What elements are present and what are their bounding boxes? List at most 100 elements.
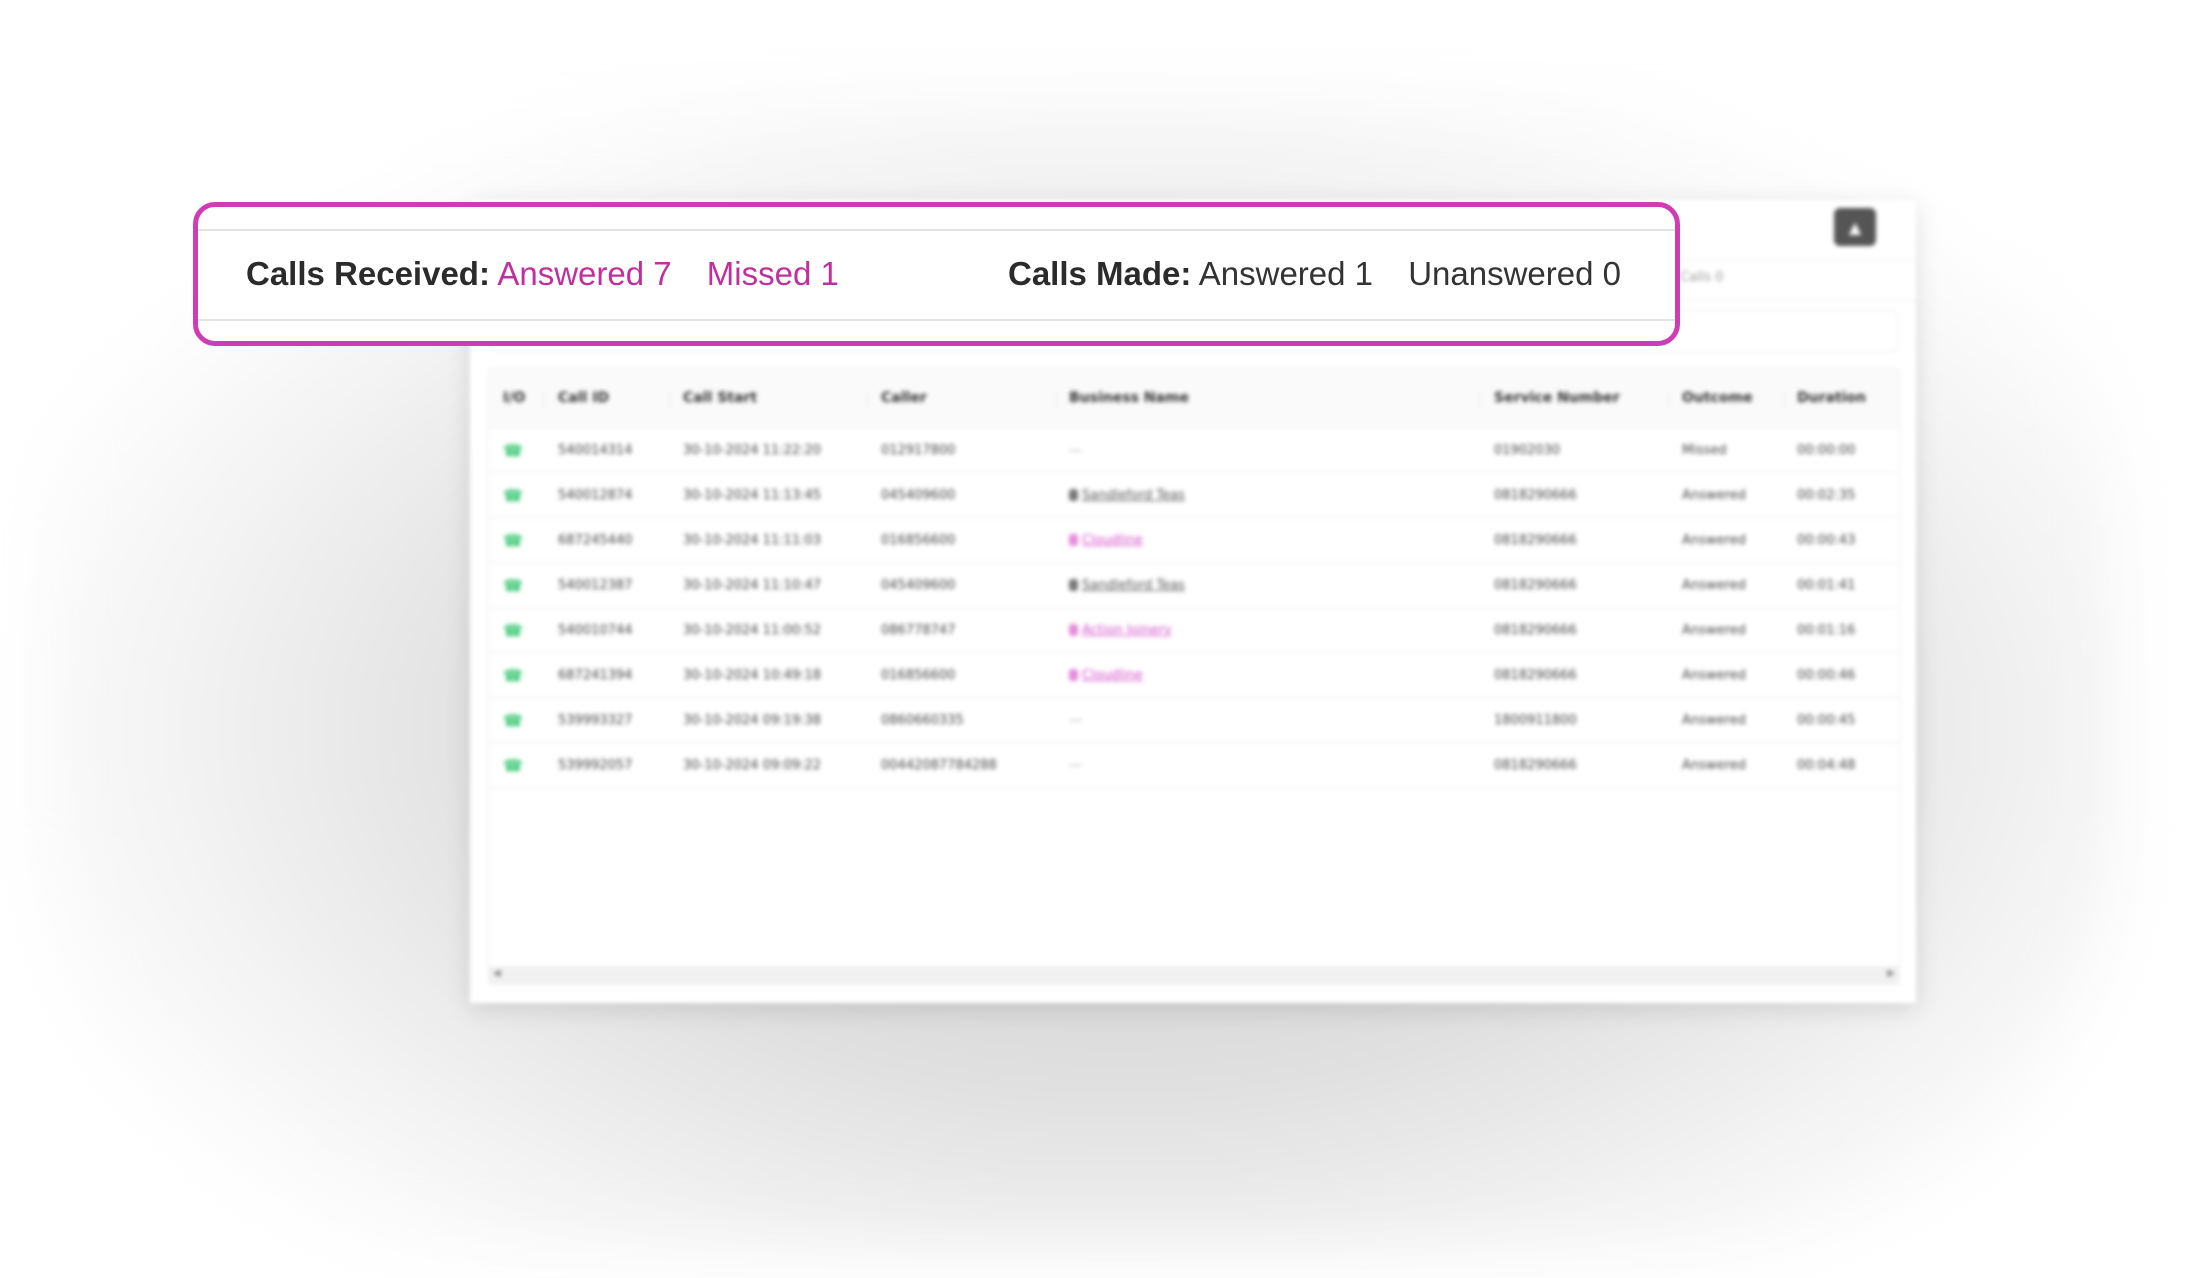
call-start-cell: 30-10-2024 11:13:45 (683, 487, 822, 503)
divider (198, 319, 1675, 321)
business-name-link[interactable]: Action Joinery (1082, 623, 1172, 638)
incoming-call-icon: ☎ (503, 530, 523, 550)
caller-cell: 086778747 (881, 622, 956, 638)
call-start-cell: 30-10-2024 11:10:47 (683, 577, 822, 593)
service-number-cell: 0818290666 (1494, 667, 1577, 683)
incoming-call-icon: ☎ (503, 440, 523, 460)
call-summary-row: Calls Received: Answered 7 Missed 1 Call… (198, 255, 1675, 301)
business-name-link[interactable]: Cloudline (1082, 533, 1143, 548)
call-id-cell: 687245440 (558, 532, 633, 548)
made-unanswered-count: Unanswered 0 (1408, 255, 1621, 292)
call-id-cell: 540014314 (558, 442, 633, 458)
outcome-cell: Answered (1682, 577, 1746, 593)
calls-table: I/O Call ID Call Start Caller Business N… (488, 368, 1900, 985)
business-tag-icon (1069, 669, 1078, 681)
received-answered-count: Answered 7 (497, 255, 672, 292)
column-header-service-number[interactable]: Service Number (1480, 390, 1668, 408)
incoming-call-icon: ☎ (503, 620, 523, 640)
outcome-cell: Answered (1682, 487, 1746, 503)
incoming-call-icon: ☎ (503, 755, 523, 775)
caller-cell: 016856600 (881, 667, 956, 683)
outcome-cell: Answered (1682, 757, 1746, 773)
divider (198, 229, 1675, 231)
horizontal-scrollbar[interactable]: ◀ ▶ (489, 966, 1899, 984)
call-id-cell: 540012387 (558, 577, 633, 593)
caller-cell: 016856600 (881, 532, 956, 548)
call-id-cell: 539993327 (558, 712, 633, 728)
business-name-link[interactable]: Cloudline (1082, 668, 1143, 683)
incoming-call-icon: ☎ (503, 575, 523, 595)
call-id-cell: 687241394 (558, 667, 633, 683)
duration-cell: 00:02:35 (1797, 487, 1856, 503)
service-number-cell: 01902030 (1494, 442, 1561, 458)
export-button[interactable]: ▲ (1834, 208, 1876, 246)
table-row[interactable]: ☎ 540012874 30-10-2024 11:13:45 045409600 Sa… (489, 473, 1899, 518)
caller-cell: 045409600 (881, 577, 956, 593)
business-name-cell: Cloudline (1055, 668, 1480, 683)
service-number-cell: 0818290666 (1494, 757, 1577, 773)
summary-strip-text: Calls 0 (1680, 270, 1724, 285)
service-number-cell: 1800911800 (1494, 712, 1577, 728)
business-name-cell: Action Joinery (1055, 623, 1480, 638)
service-number-cell: 0818290666 (1494, 532, 1577, 548)
duration-cell: 00:00:45 (1797, 712, 1856, 728)
column-header-outcome[interactable]: Outcome (1668, 390, 1783, 408)
service-number-cell: 0818290666 (1494, 577, 1577, 593)
caller-cell: 045409600 (881, 487, 956, 503)
service-number-cell: 0818290666 (1494, 622, 1577, 638)
incoming-call-icon: ☎ (503, 485, 523, 505)
column-header-caller[interactable]: Caller (867, 390, 1055, 408)
scroll-right-icon[interactable]: ▶ (1887, 968, 1895, 979)
table-row[interactable]: ☎ 540010744 30-10-2024 11:00:52 086778747 Ac… (489, 608, 1899, 653)
duration-cell: 00:01:41 (1797, 577, 1856, 593)
table-row[interactable]: ☎ 540014314 30-10-2024 11:22:20 012917800 — 0… (489, 428, 1899, 473)
business-tag-icon (1069, 534, 1078, 546)
duration-cell: 00:00:46 (1797, 667, 1856, 683)
outcome-cell: Missed (1682, 442, 1727, 458)
outcome-cell: Answered (1682, 532, 1746, 548)
upload-icon: ▲ (1848, 217, 1862, 237)
duration-cell: 00:04:48 (1797, 757, 1856, 773)
io-cell: ☎ (489, 441, 544, 460)
io-cell: ☎ (489, 531, 544, 550)
business-tag-icon (1069, 489, 1078, 501)
calls-received-label: Calls Received: (246, 255, 490, 292)
table-row[interactable]: ☎ 539993327 30-10-2024 09:19:38 0860660335 —… (489, 698, 1899, 743)
business-name-cell: Cloudline (1055, 533, 1480, 548)
column-header-io[interactable]: I/O (489, 390, 544, 406)
business-name-link[interactable]: Sandleford Teas (1082, 488, 1185, 503)
caller-cell: 0860660335 (881, 712, 964, 728)
scroll-left-icon[interactable]: ◀ (493, 968, 501, 979)
business-name-cell: — (1069, 442, 1082, 458)
table-header: I/O Call ID Call Start Caller Business N… (489, 369, 1899, 428)
table-row[interactable]: ☎ 687245440 30-10-2024 11:11:03 016856600 Cl… (489, 518, 1899, 563)
column-header-call-id[interactable]: Call ID (544, 390, 669, 408)
business-name-cell: Sandleford Teas (1055, 488, 1480, 503)
business-name-link[interactable]: Sandleford Teas (1082, 578, 1185, 593)
business-name-cell: Sandleford Teas (1055, 578, 1480, 593)
call-start-cell: 30-10-2024 11:11:03 (683, 532, 822, 548)
outcome-cell: Answered (1682, 712, 1746, 728)
io-cell: ☎ (489, 621, 544, 640)
column-header-duration[interactable]: Duration (1783, 390, 1899, 408)
table-body: ☎ 540014314 30-10-2024 11:22:20 012917800 — 0… (489, 428, 1899, 788)
duration-cell: 00:00:00 (1797, 442, 1856, 458)
calls-received-summary: Calls Received: Answered 7 Missed 1 (246, 255, 839, 293)
table-row[interactable]: ☎ 539992057 30-10-2024 09:09:22 00442087784… (489, 743, 1899, 788)
io-cell: ☎ (489, 486, 544, 505)
table-row[interactable]: ☎ 540012387 30-10-2024 11:10:47 045409600 Sa… (489, 563, 1899, 608)
caller-cell: 00442087784288 (881, 757, 997, 773)
column-header-call-start[interactable]: Call Start (669, 390, 867, 408)
column-header-business-name[interactable]: Business Name (1055, 390, 1480, 408)
incoming-call-icon: ☎ (503, 665, 523, 685)
incoming-call-icon: ☎ (503, 710, 523, 730)
call-start-cell: 30-10-2024 10:49:18 (683, 667, 822, 683)
duration-cell: 00:00:43 (1797, 532, 1856, 548)
call-summary-callout: Calls Received: Answered 7 Missed 1 Call… (193, 202, 1680, 346)
business-name-cell: — (1069, 757, 1082, 773)
io-cell: ☎ (489, 576, 544, 595)
business-name-cell: — (1069, 712, 1082, 728)
call-id-cell: 540012874 (558, 487, 633, 503)
table-row[interactable]: ☎ 687241394 30-10-2024 10:49:18 016856600 Cl… (489, 653, 1899, 698)
business-tag-icon (1069, 579, 1078, 591)
